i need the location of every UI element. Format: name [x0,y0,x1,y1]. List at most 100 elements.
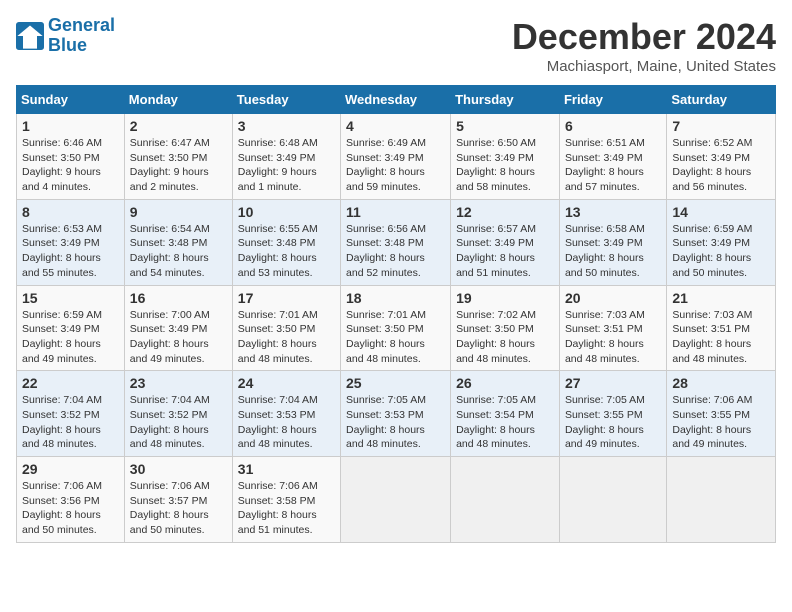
day-number: 14 [672,204,770,220]
day-cell: 8Sunrise: 6:53 AMSunset: 3:49 PMDaylight… [17,199,125,285]
col-header-tuesday: Tuesday [232,86,340,114]
day-number: 10 [238,204,335,220]
day-cell: 16 Sunrise: 7:00 AMSunset: 3:49 PMDayligh… [124,285,232,371]
day-info: Sunrise: 7:01 AMSunset: 3:50 PMDaylight:… [346,309,426,365]
day-info: Sunrise: 6:50 AMSunset: 3:49 PMDaylight:… [456,137,536,193]
day-cell: 5 Sunrise: 6:50 AMSunset: 3:49 PMDaylight… [451,114,560,200]
col-header-monday: Monday [124,86,232,114]
logo: General Blue [16,16,115,56]
day-cell: 15 Sunrise: 6:59 AMSunset: 3:49 PMDayligh… [17,285,125,371]
col-header-wednesday: Wednesday [341,86,451,114]
day-cell: 31 Sunrise: 7:06 AMSunset: 3:58 PMDayligh… [232,457,340,543]
day-number: 30 [130,461,227,477]
week-row-1: 1 Sunrise: 6:46 AMSunset: 3:50 PMDaylight… [17,114,776,200]
week-row-2: 8Sunrise: 6:53 AMSunset: 3:49 PMDaylight… [17,199,776,285]
day-info: Sunrise: 6:56 AMSunset: 3:48 PMDaylight:… [346,223,426,279]
day-info: Sunrise: 7:05 AMSunset: 3:54 PMDaylight:… [456,394,536,450]
day-info: Sunrise: 6:54 AMSunset: 3:48 PMDaylight:… [130,223,210,279]
col-header-friday: Friday [559,86,666,114]
day-cell: 27Sunrise: 7:05 AMSunset: 3:55 PMDayligh… [559,371,666,457]
day-number: 8 [22,204,119,220]
day-cell: 2 Sunrise: 6:47 AMSunset: 3:50 PMDaylight… [124,114,232,200]
day-info: Sunrise: 7:00 AMSunset: 3:49 PMDaylight:… [130,309,210,365]
title-block: December 2024 Machiasport, Maine, United… [512,16,776,75]
day-number: 7 [672,118,770,134]
day-info: Sunrise: 7:06 AMSunset: 3:56 PMDaylight:… [22,480,102,536]
day-cell: 30 Sunrise: 7:06 AMSunset: 3:57 PMDayligh… [124,457,232,543]
day-info: Sunrise: 6:48 AMSunset: 3:49 PMDaylight:… [238,137,318,193]
col-header-sunday: Sunday [17,86,125,114]
day-info: Sunrise: 6:59 AMSunset: 3:49 PMDaylight:… [22,309,102,365]
day-number: 19 [456,290,554,306]
day-cell: 12 Sunrise: 6:57 AMSunset: 3:49 PMDayligh… [451,199,560,285]
day-number: 13 [565,204,661,220]
day-cell: 7 Sunrise: 6:52 AMSunset: 3:49 PMDaylight… [667,114,776,200]
col-header-thursday: Thursday [451,86,560,114]
day-number: 22 [22,375,119,391]
day-number: 11 [346,204,445,220]
day-cell: 4Sunrise: 6:49 AMSunset: 3:49 PMDaylight… [341,114,451,200]
day-number: 15 [22,290,119,306]
day-number: 6 [565,118,661,134]
day-info: Sunrise: 6:51 AMSunset: 3:49 PMDaylight:… [565,137,645,193]
day-number: 9 [130,204,227,220]
day-number: 4 [346,118,445,134]
day-number: 2 [130,118,227,134]
day-cell: 29Sunrise: 7:06 AMSunset: 3:56 PMDayligh… [17,457,125,543]
day-cell: 20 Sunrise: 7:03 AMSunset: 3:51 PMDayligh… [559,285,666,371]
day-cell: 10Sunrise: 6:55 AMSunset: 3:48 PMDayligh… [232,199,340,285]
day-info: Sunrise: 7:04 AMSunset: 3:52 PMDaylight:… [22,394,102,450]
day-number: 1 [22,118,119,134]
day-cell: 22 Sunrise: 7:04 AMSunset: 3:52 PMDayligh… [17,371,125,457]
day-cell: 6 Sunrise: 6:51 AMSunset: 3:49 PMDaylight… [559,114,666,200]
month-title: December 2024 [512,16,776,58]
day-number: 16 [130,290,227,306]
day-number: 31 [238,461,335,477]
day-cell [451,457,560,543]
day-info: Sunrise: 6:59 AMSunset: 3:49 PMDaylight:… [672,223,752,279]
day-cell: 18 Sunrise: 7:01 AMSunset: 3:50 PMDayligh… [341,285,451,371]
day-info: Sunrise: 7:06 AMSunset: 3:55 PMDaylight:… [672,394,752,450]
day-number: 5 [456,118,554,134]
day-info: Sunrise: 6:58 AMSunset: 3:49 PMDaylight:… [565,223,645,279]
day-cell: 13 Sunrise: 6:58 AMSunset: 3:49 PMDayligh… [559,199,666,285]
day-number: 23 [130,375,227,391]
day-cell: 11 Sunrise: 6:56 AMSunset: 3:48 PMDayligh… [341,199,451,285]
week-row-4: 22 Sunrise: 7:04 AMSunset: 3:52 PMDayligh… [17,371,776,457]
day-cell: 28 Sunrise: 7:06 AMSunset: 3:55 PMDayligh… [667,371,776,457]
week-row-3: 15 Sunrise: 6:59 AMSunset: 3:49 PMDayligh… [17,285,776,371]
day-info: Sunrise: 7:03 AMSunset: 3:51 PMDaylight:… [565,309,645,365]
day-info: Sunrise: 7:06 AMSunset: 3:58 PMDaylight:… [238,480,318,536]
day-number: 21 [672,290,770,306]
day-number: 28 [672,375,770,391]
day-cell: 1 Sunrise: 6:46 AMSunset: 3:50 PMDaylight… [17,114,125,200]
day-cell [559,457,666,543]
day-info: Sunrise: 7:06 AMSunset: 3:57 PMDaylight:… [130,480,210,536]
day-number: 26 [456,375,554,391]
day-number: 18 [346,290,445,306]
day-number: 25 [346,375,445,391]
day-number: 17 [238,290,335,306]
page-header: General Blue December 2024 Machiasport, … [16,16,776,75]
day-info: Sunrise: 7:04 AMSunset: 3:52 PMDaylight:… [130,394,210,450]
day-info: Sunrise: 7:05 AMSunset: 3:53 PMDaylight:… [346,394,426,450]
day-info: Sunrise: 6:47 AMSunset: 3:50 PMDaylight:… [130,137,210,193]
day-info: Sunrise: 6:57 AMSunset: 3:49 PMDaylight:… [456,223,536,279]
day-number: 20 [565,290,661,306]
day-cell: 19 Sunrise: 7:02 AMSunset: 3:50 PMDayligh… [451,285,560,371]
day-cell: 26 Sunrise: 7:05 AMSunset: 3:54 PMDayligh… [451,371,560,457]
day-info: Sunrise: 6:52 AMSunset: 3:49 PMDaylight:… [672,137,752,193]
logo-icon [16,22,44,50]
day-cell: 23 Sunrise: 7:04 AMSunset: 3:52 PMDayligh… [124,371,232,457]
day-info: Sunrise: 7:03 AMSunset: 3:51 PMDaylight:… [672,309,752,365]
day-info: Sunrise: 7:01 AMSunset: 3:50 PMDaylight:… [238,309,318,365]
day-number: 12 [456,204,554,220]
day-cell: 24Sunrise: 7:04 AMSunset: 3:53 PMDayligh… [232,371,340,457]
day-number: 27 [565,375,661,391]
day-info: Sunrise: 7:02 AMSunset: 3:50 PMDaylight:… [456,309,536,365]
col-header-saturday: Saturday [667,86,776,114]
day-cell [667,457,776,543]
day-cell [341,457,451,543]
day-cell: 9 Sunrise: 6:54 AMSunset: 3:48 PMDaylight… [124,199,232,285]
day-info: Sunrise: 6:46 AMSunset: 3:50 PMDaylight:… [22,137,102,193]
